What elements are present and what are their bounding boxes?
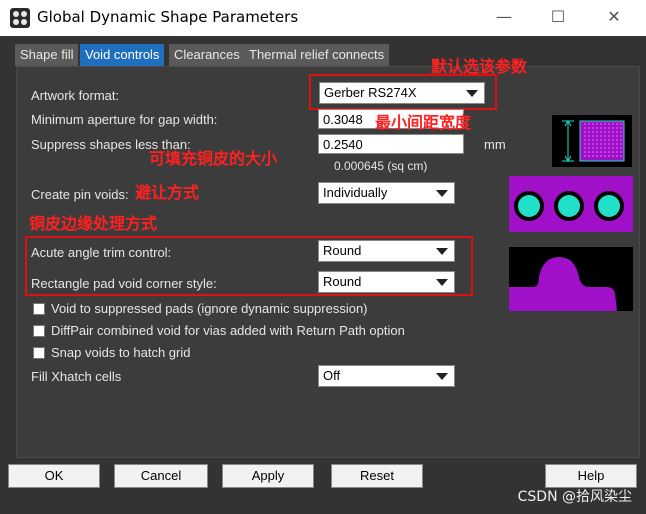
pin-voids-label: Create pin voids: xyxy=(31,187,129,202)
dialog-body: Shape fill Void controls Clearances Ther… xyxy=(0,36,646,514)
void-suppressed-pads-label: Void to suppressed pads (ignore dynamic … xyxy=(51,301,368,316)
aperture-preview xyxy=(552,115,632,167)
corner-style-preview xyxy=(509,247,633,311)
pin-voids-preview xyxy=(509,176,633,232)
fill-xhatch-label: Fill Xhatch cells xyxy=(31,369,122,384)
help-button[interactable]: Help xyxy=(545,464,637,488)
close-button[interactable]: ✕ xyxy=(602,6,626,28)
rect-pad-corner-select[interactable]: Round xyxy=(318,271,455,293)
snap-voids-checkbox[interactable] xyxy=(33,347,45,359)
chevron-down-icon xyxy=(436,373,448,380)
suppress-unit: mm xyxy=(484,137,506,152)
reset-button[interactable]: Reset xyxy=(331,464,423,488)
tab-shape-fill[interactable]: Shape fill xyxy=(15,44,79,66)
watermark: CSDN @拾风染尘 xyxy=(517,489,632,505)
ok-button[interactable]: OK xyxy=(8,464,100,488)
acute-angle-select[interactable]: Round xyxy=(318,240,455,262)
rect-pad-corner-value: Round xyxy=(323,274,362,289)
minimize-button[interactable]: — xyxy=(492,6,516,28)
pin-voids-select[interactable]: Individually xyxy=(318,182,455,204)
tab-clearances[interactable]: Clearances xyxy=(169,44,245,66)
min-aperture-label: Minimum aperture for gap width: xyxy=(31,112,218,127)
acute-angle-value: Round xyxy=(323,243,362,258)
annotation-fill-copper: 可填充铜皮的大小 xyxy=(149,149,278,168)
snap-voids-label: Snap voids to hatch grid xyxy=(51,345,191,360)
cancel-button[interactable]: Cancel xyxy=(114,464,208,488)
app-icon xyxy=(10,8,30,28)
window-title: Global Dynamic Shape Parameters xyxy=(37,8,299,26)
suppress-area-readout: 0.000645 (sq cm) xyxy=(334,159,428,173)
void-suppressed-pads-checkbox[interactable] xyxy=(33,303,45,315)
chevron-down-icon xyxy=(436,279,448,286)
annotation-edge-mode: 铜皮边缘处理方式 xyxy=(29,214,158,233)
pin-voids-value: Individually xyxy=(323,185,388,200)
annotation-default-param: 默认选该参数 xyxy=(431,57,528,76)
maximize-button[interactable]: ☐ xyxy=(546,6,570,28)
void-controls-panel: Artwork format: Gerber RS274X 默认选该参数 Min… xyxy=(16,57,640,458)
suppress-input[interactable]: 0.2540 xyxy=(318,134,464,154)
diffpair-void-checkbox[interactable] xyxy=(33,325,45,337)
acute-angle-label: Acute angle trim control: xyxy=(31,245,172,260)
tab-void-controls[interactable]: Void controls xyxy=(80,44,165,66)
rect-pad-corner-label: Rectangle pad void corner style: xyxy=(31,276,217,291)
highlight-box-artwork xyxy=(309,74,497,110)
title-bar: Global Dynamic Shape Parameters — ☐ ✕ xyxy=(0,0,646,36)
artwork-format-label: Artwork format: xyxy=(31,88,120,103)
chevron-down-icon xyxy=(436,190,448,197)
annotation-avoid-mode: 避让方式 xyxy=(135,183,200,202)
chevron-down-icon xyxy=(436,248,448,255)
annotation-min-gap: 最小间距宽度 xyxy=(375,113,472,132)
diffpair-void-label: DiffPair combined void for vias added wi… xyxy=(51,323,405,338)
tab-thermal-relief[interactable]: Thermal relief connects xyxy=(244,44,390,66)
fill-xhatch-select[interactable]: Off xyxy=(318,365,455,387)
apply-button[interactable]: Apply xyxy=(222,464,314,488)
fill-xhatch-value: Off xyxy=(323,368,341,383)
